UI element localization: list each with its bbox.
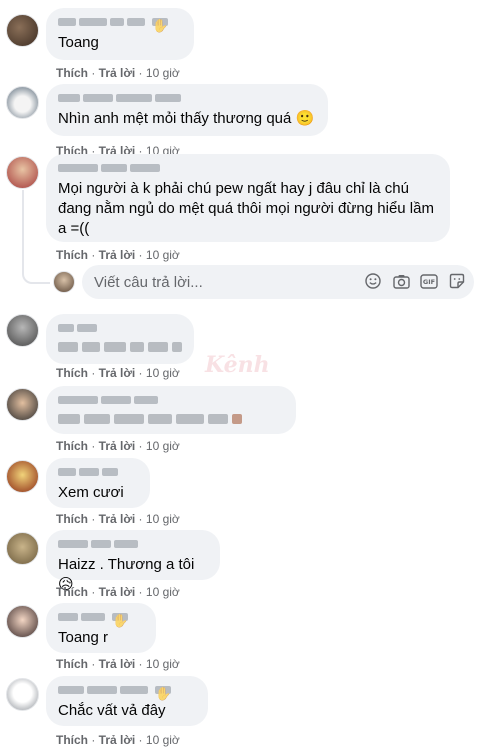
comment-text: Toang xyxy=(58,34,99,51)
like-link[interactable]: Thích xyxy=(56,512,88,526)
sticker-icon[interactable] xyxy=(448,272,466,290)
avatar[interactable] xyxy=(6,678,39,711)
comment-bubble: Nhìn anh mệt mỏi thấy thương quá 🙂 xyxy=(46,84,328,136)
like-link[interactable]: Thích xyxy=(56,439,88,453)
reply-link[interactable]: Trả lời xyxy=(99,733,136,747)
commenter-name-blurred xyxy=(58,465,138,479)
commenter-name-blurred: ✋ xyxy=(58,683,196,701)
smile-emoji-icon: 🙂 xyxy=(295,110,315,127)
commenter-name-blurred xyxy=(58,91,316,105)
like-link[interactable]: Thích xyxy=(56,733,88,747)
gif-icon[interactable]: GIF xyxy=(420,272,438,290)
timestamp[interactable]: 10 giờ xyxy=(146,439,180,453)
avatar[interactable] xyxy=(6,86,39,119)
comment-text: Chắc vất vả đây xyxy=(58,702,166,719)
commenter-name-blurred xyxy=(58,393,284,407)
comment-actions: Thích · Trả lời · 10 giờ xyxy=(56,585,180,599)
reply-thread-line xyxy=(22,190,50,284)
comment-actions: Thích · Trả lời · 10 giờ xyxy=(56,66,180,80)
comment-bubble: Haizz . Thương a tôi 😥 xyxy=(46,530,220,593)
comment-actions: Thích · Trả lời · 10 giờ xyxy=(56,366,180,380)
like-link[interactable]: Thích xyxy=(56,366,88,380)
reply-link[interactable]: Trả lời xyxy=(99,512,136,526)
commenter-name-blurred xyxy=(58,537,208,551)
comment-text: Mọi người à k phải chú pew ngất hay j đâ… xyxy=(58,180,434,237)
commenter-name-blurred xyxy=(58,161,438,175)
comment-actions: Thích · Trả lời · 10 giờ xyxy=(56,248,180,262)
timestamp[interactable]: 10 giờ xyxy=(146,366,180,380)
svg-text:GIF: GIF xyxy=(423,278,435,286)
timestamp[interactable]: 10 giờ xyxy=(146,733,180,747)
wave-icon: ✋ xyxy=(155,686,172,701)
comment-bubble: ✋ Chắc vất vả đây xyxy=(46,676,208,726)
comment-actions: Thích · Trả lời · 10 giờ xyxy=(56,657,180,671)
camera-icon[interactable] xyxy=(392,272,410,290)
like-link[interactable]: Thích xyxy=(56,657,88,671)
reply-placeholder: Viết câu trả lời... xyxy=(94,274,203,291)
reply-link[interactable]: Trả lời xyxy=(99,248,136,262)
like-link[interactable]: Thích xyxy=(56,66,88,80)
reply-link[interactable]: Trả lời xyxy=(99,657,136,671)
comment-text: Toang r xyxy=(58,629,109,646)
smiley-icon[interactable] xyxy=(364,272,382,290)
reply-input[interactable]: Viết câu trả lời... GIF xyxy=(82,265,474,299)
commenter-name-blurred: ✋ xyxy=(58,610,144,628)
timestamp[interactable]: 10 giờ xyxy=(146,657,180,671)
comment-actions: Thích · Trả lời · 10 giờ xyxy=(56,439,180,453)
reply-link[interactable]: Trả lời xyxy=(99,66,136,80)
avatar[interactable] xyxy=(6,14,39,47)
commenter-name-blurred: ✋ xyxy=(58,15,182,33)
avatar[interactable] xyxy=(6,460,39,493)
comment-text-blurred xyxy=(58,414,242,424)
reply-link[interactable]: Trả lời xyxy=(99,366,136,380)
comment-bubble: ✋ Toang r xyxy=(46,603,156,653)
wave-icon: ✋ xyxy=(152,18,169,33)
avatar[interactable] xyxy=(6,605,39,638)
commenter-name-blurred xyxy=(58,321,182,335)
watermark: Kênh xyxy=(205,352,270,378)
like-link[interactable]: Thích xyxy=(56,248,88,262)
reply-link[interactable]: Trả lời xyxy=(99,585,136,599)
reply-avatar xyxy=(53,271,75,293)
timestamp[interactable]: 10 giờ xyxy=(146,512,180,526)
avatar[interactable] xyxy=(6,156,39,189)
comment-bubble xyxy=(46,314,194,364)
comment-text-content: Haizz . Thương a tôi xyxy=(58,556,195,573)
comment-actions: Thích · Trả lời · 10 giờ xyxy=(56,733,180,747)
comment-text: Nhìn anh mệt mỏi thấy thương quá 🙂 xyxy=(58,109,316,129)
timestamp[interactable]: 10 giờ xyxy=(146,66,180,80)
comment-text-blurred xyxy=(58,342,182,352)
timestamp[interactable]: 10 giờ xyxy=(146,248,180,262)
comment-bubble: Xem cươi xyxy=(46,458,150,508)
comment-bubble: Mọi người à k phải chú pew ngất hay j đâ… xyxy=(46,154,450,242)
avatar[interactable] xyxy=(6,388,39,421)
reply-toolbar: GIF xyxy=(364,272,466,290)
wave-icon: ✋ xyxy=(112,613,129,628)
comment-actions: Thích · Trả lời · 10 giờ xyxy=(56,512,180,526)
timestamp[interactable]: 10 giờ xyxy=(146,585,180,599)
reply-link[interactable]: Trả lời xyxy=(99,439,136,453)
avatar[interactable] xyxy=(6,532,39,565)
comment-bubble: ✋ Toang xyxy=(46,8,194,60)
comment-text-content: Nhìn anh mệt mỏi thấy thương quá xyxy=(58,110,292,127)
avatar[interactable] xyxy=(6,314,39,347)
comment-text: Xem cươi xyxy=(58,484,124,501)
like-link[interactable]: Thích xyxy=(56,585,88,599)
comment-bubble xyxy=(46,386,296,434)
